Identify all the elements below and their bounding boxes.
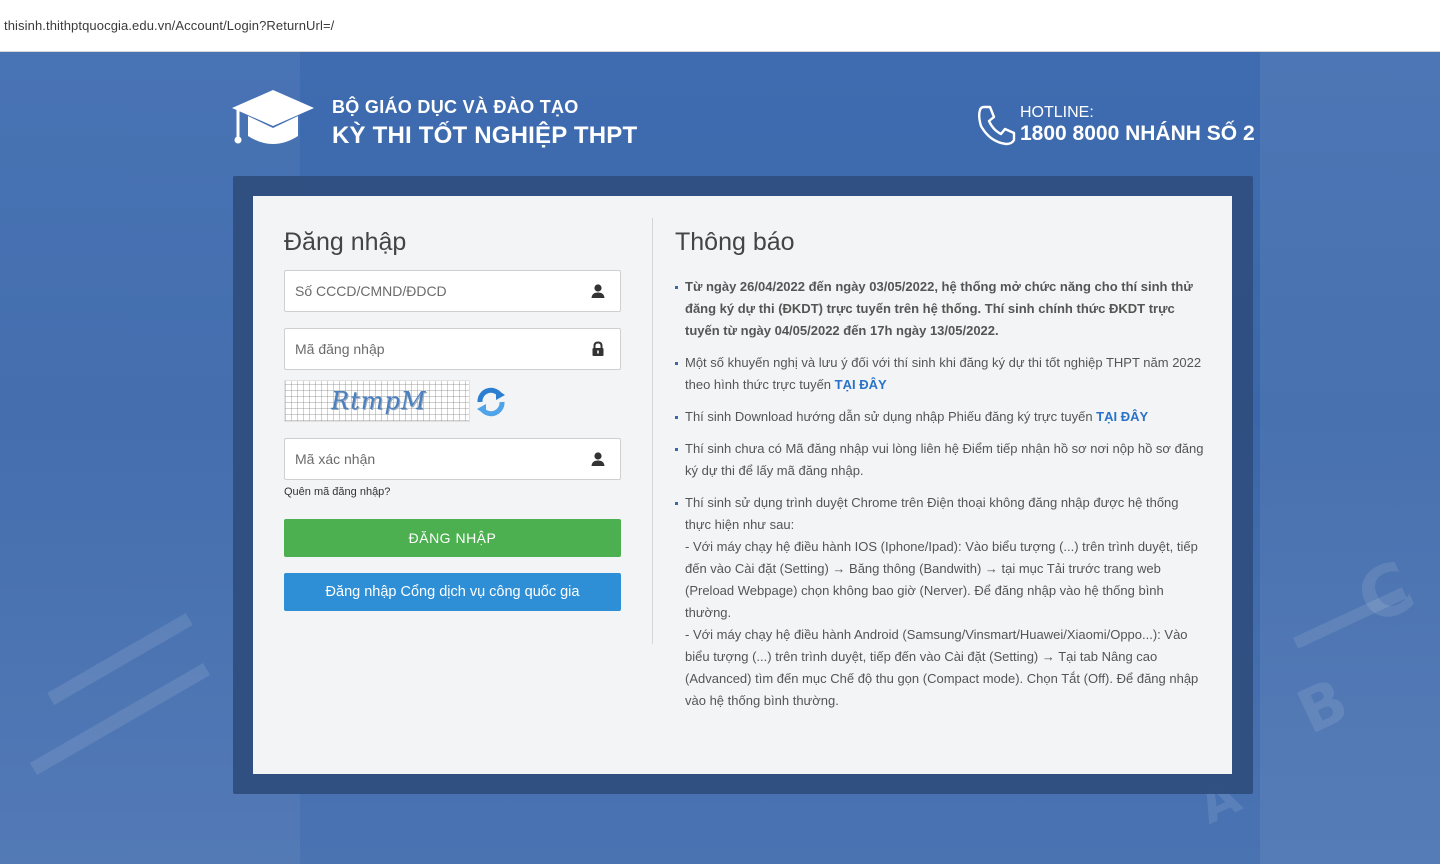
graduation-cap-icon [232,90,314,144]
login-code-input[interactable] [295,329,585,369]
notice-text: Thí sinh chưa có Mã đăng nhập vui lòng l… [685,441,1204,478]
verify-code-input[interactable] [295,439,585,479]
notice-text: Thí sinh sử dụng trình duyệt Chrome trên… [685,495,1179,532]
notice-list: Từ ngày 26/04/2022 đến ngày 03/05/2022, … [674,276,1204,722]
hotline-number: 1800 8000 NHÁNH SỐ 2 [1020,122,1255,145]
notice-text: Từ ngày 26/04/2022 đến ngày 03/05/2022, … [685,279,1193,338]
lock-icon [592,341,604,356]
panel-divider [652,218,653,644]
hotline-label: HOTLINE: [1020,104,1094,121]
notice-ios-steps: - Với máy chạy hệ điều hành IOS (Iphone/… [685,539,1198,620]
notice-title: Thông báo [675,228,795,256]
phone-icon [978,105,1016,146]
address-bar[interactable]: thisinh.thithptquocgia.edu.vn/Account/Lo… [0,0,1440,52]
id-field[interactable] [284,270,621,312]
notice-text: Thí sinh Download hướng dẫn sử dụng nhập… [685,409,1097,424]
captcha-image: RtmpM [284,380,470,422]
gov-portal-login-button[interactable]: Đăng nhập Cổng dịch vụ công quốc gia [284,573,621,611]
refresh-icon[interactable] [474,386,508,418]
notice-item: Thí sinh chưa có Mã đăng nhập vui lòng l… [674,438,1204,482]
notice-item: Thí sinh sử dụng trình duyệt Chrome trên… [674,492,1204,712]
login-code-field[interactable] [284,328,621,370]
login-button[interactable]: ĐĂNG NHẬP [284,519,621,557]
verify-code-field[interactable] [284,438,621,480]
notice-text: Một số khuyến nghị và lưu ý đối với thí … [685,355,1202,392]
user-icon [591,452,605,466]
org-name: BỘ GIÁO DỤC VÀ ĐÀO TẠO [332,97,579,117]
download-guide-link[interactable]: TẠI ĐÂY [1096,409,1148,424]
bg-band [1260,52,1440,864]
notice-item: Thí sinh Download hướng dẫn sử dụng nhập… [674,406,1204,428]
user-icon [591,284,605,298]
guidelines-link[interactable]: TẠI ĐÂY [835,377,887,392]
notice-item: Từ ngày 26/04/2022 đến ngày 03/05/2022, … [674,276,1204,342]
exam-name: KỲ THI TỐT NGHIỆP THPT [332,122,638,149]
notice-item: Một số khuyến nghị và lưu ý đối với thí … [674,352,1204,396]
login-title: Đăng nhập [284,228,407,256]
id-input[interactable] [295,271,585,311]
forgot-code-link[interactable]: Quên mã đăng nhập? [284,486,390,498]
notice-android-steps: - Với máy chạy hệ điều hành Android (Sam… [685,627,1199,708]
captcha-text: RtmpM [331,387,427,415]
url-text[interactable]: thisinh.thithptquocgia.edu.vn/Account/Lo… [4,18,334,33]
